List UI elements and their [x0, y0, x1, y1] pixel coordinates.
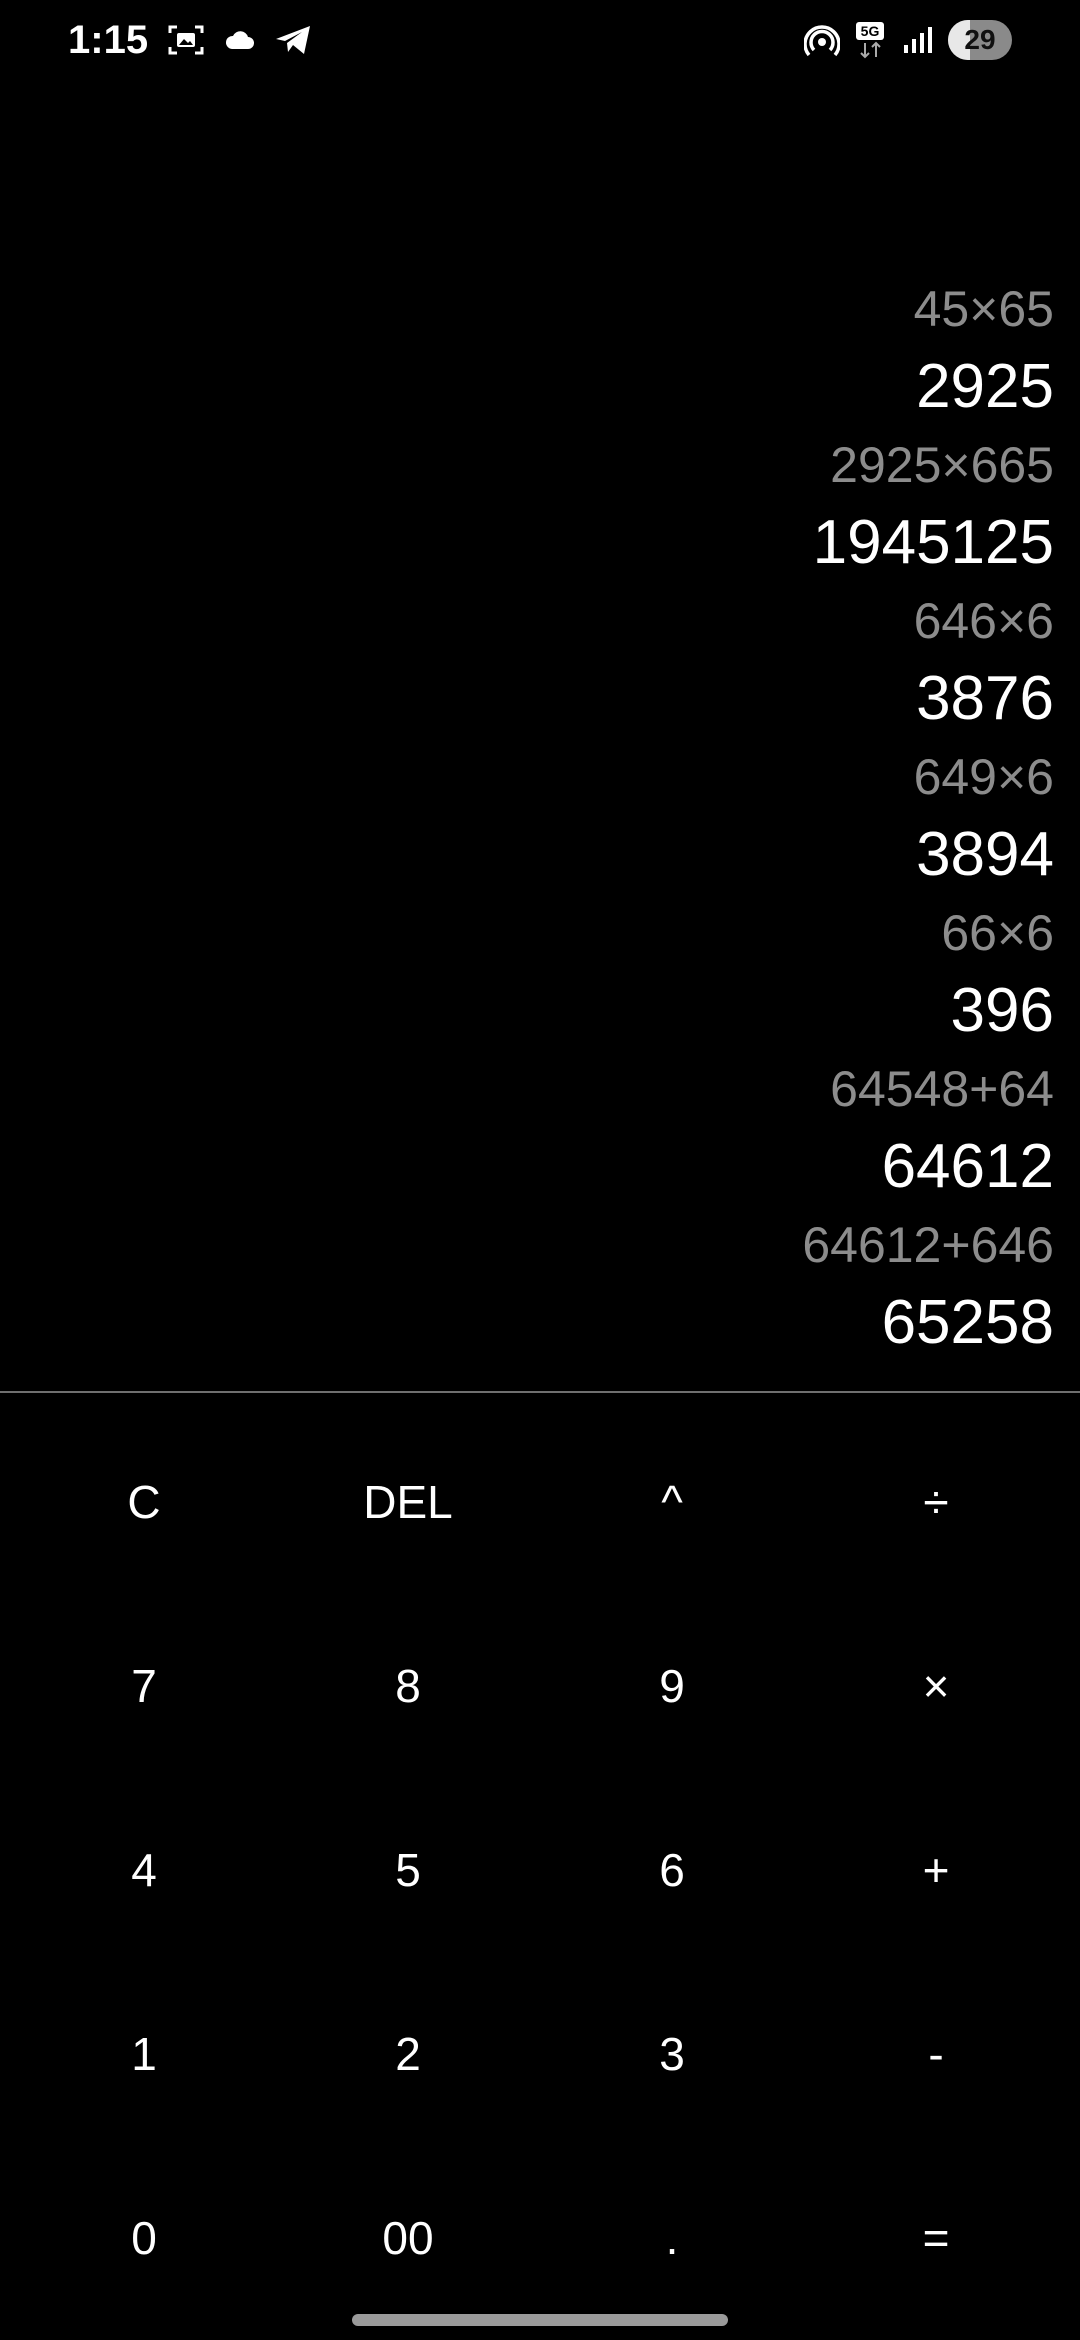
signal-icon	[902, 25, 934, 55]
history-expression[interactable]: 2925×665	[830, 426, 1054, 504]
history-result[interactable]: 64612	[882, 1128, 1054, 1206]
screenshot-icon	[168, 24, 204, 56]
digit-8-button[interactable]: 8	[276, 1594, 540, 1778]
history-result[interactable]: 3894	[916, 816, 1054, 894]
digit-2-button[interactable]: 2	[276, 1962, 540, 2146]
cloud-icon	[224, 29, 255, 51]
digit-9-button[interactable]: 9	[540, 1594, 804, 1778]
calculation-history[interactable]: 45×65 2925 2925×665 1945125 646×6 3876 6…	[0, 270, 1080, 1362]
history-expression[interactable]: 64548+64	[830, 1050, 1054, 1128]
digit-7-button[interactable]: 7	[12, 1594, 276, 1778]
status-left: 1:15	[68, 18, 312, 63]
telegram-icon	[274, 24, 312, 56]
history-expression[interactable]: 66×6	[941, 894, 1054, 972]
power-button[interactable]: ^	[540, 1410, 804, 1594]
5g-data-icon: 5G	[854, 21, 888, 59]
status-right: 5G 29	[804, 20, 1012, 60]
battery-icon: 29	[948, 20, 1012, 60]
current-expression[interactable]: 64612+646	[802, 1206, 1054, 1284]
svg-text:5G: 5G	[861, 23, 880, 39]
digit-5-button[interactable]: 5	[276, 1778, 540, 1962]
current-result[interactable]: 65258	[882, 1284, 1054, 1362]
plus-button[interactable]: +	[804, 1778, 1068, 1962]
minus-button[interactable]: -	[804, 1962, 1068, 2146]
digit-4-button[interactable]: 4	[12, 1778, 276, 1962]
history-result[interactable]: 396	[951, 972, 1054, 1050]
delete-button[interactable]: DEL	[276, 1410, 540, 1594]
divide-button[interactable]: ÷	[804, 1410, 1068, 1594]
history-result[interactable]: 3876	[916, 660, 1054, 738]
digit-0-button[interactable]: 0	[12, 2146, 276, 2330]
equals-button[interactable]: =	[804, 2146, 1068, 2330]
history-result[interactable]: 1945125	[813, 504, 1054, 582]
history-result[interactable]: 2925	[916, 348, 1054, 426]
decimal-point-button[interactable]: .	[540, 2146, 804, 2330]
home-indicator[interactable]	[352, 2314, 728, 2326]
multiply-button[interactable]: ×	[804, 1594, 1068, 1778]
history-expression[interactable]: 45×65	[914, 270, 1054, 348]
calculator-screen: 1:15 5G 29 45×65 2925 2925×665 1945125 6…	[0, 0, 1080, 2340]
status-bar: 1:15 5G 29	[0, 0, 1080, 80]
display-divider	[0, 1391, 1080, 1393]
status-time: 1:15	[68, 17, 149, 62]
battery-percent: 29	[964, 24, 996, 55]
hotspot-icon	[804, 22, 840, 58]
digit-6-button[interactable]: 6	[540, 1778, 804, 1962]
history-expression[interactable]: 646×6	[914, 582, 1054, 660]
keypad: C DEL ^ ÷ 7 8 9 × 4 5 6 + 1 2 3 - 0 00 .…	[0, 1410, 1080, 2330]
digit-3-button[interactable]: 3	[540, 1962, 804, 2146]
double-zero-button[interactable]: 00	[276, 2146, 540, 2330]
clear-button[interactable]: C	[12, 1410, 276, 1594]
history-expression[interactable]: 649×6	[914, 738, 1054, 816]
digit-1-button[interactable]: 1	[12, 1962, 276, 2146]
